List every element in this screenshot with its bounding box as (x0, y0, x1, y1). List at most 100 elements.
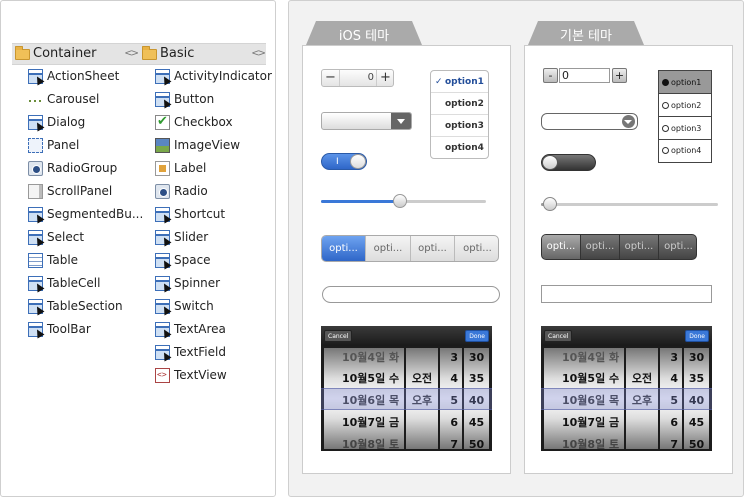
segment[interactable]: opti... (659, 235, 696, 259)
option-label: option4 (671, 146, 702, 155)
segment[interactable]: opti... (620, 235, 659, 259)
default-slider[interactable] (541, 197, 718, 211)
palette-item-label: Switch (174, 299, 214, 313)
default-text-field[interactable] (541, 285, 712, 303)
app-root: Container <> Basic <> ActionSheet Carous… (0, 0, 745, 499)
default-theme-preview: 기본 테마 - 0 + option1 option2 option3 opti… (524, 21, 733, 474)
palette-item-label: ScrollPanel (47, 184, 113, 198)
palette-item-label: SegmentedBu... (47, 207, 144, 221)
segment-selected[interactable]: opti... (322, 236, 366, 261)
radio-empty-icon (662, 147, 669, 154)
option-label: option1 (445, 77, 484, 87)
shortcut-icon (155, 207, 170, 222)
scrollpanel-icon (28, 184, 43, 199)
ios-list-select[interactable]: ✓ option1 option2 option3 option4 (430, 70, 489, 159)
collapse-icon[interactable]: <> (251, 48, 266, 59)
option-item[interactable]: option2 (659, 94, 711, 117)
palette-item-label: Shortcut (174, 207, 226, 221)
radio-filled-icon (662, 79, 669, 86)
default-dropdown[interactable] (541, 113, 638, 130)
space-icon (155, 253, 170, 268)
segment[interactable]: opti... (411, 236, 455, 261)
option-item-selected[interactable]: ✓ option1 (431, 71, 488, 93)
picker-cancel-button[interactable]: Cancel (324, 330, 353, 342)
collapse-icon[interactable]: <> (124, 48, 139, 59)
palette-item-label: ActionSheet (47, 69, 120, 83)
default-segmented-button[interactable]: opti... opti... opti... opti... (541, 234, 697, 260)
ios-segmented-button[interactable]: opti... opti... opti... opti... (321, 235, 499, 262)
picker-row: 3 (450, 351, 458, 364)
palette-item-label: Radio (174, 184, 208, 198)
segment-selected[interactable]: opti... (542, 235, 581, 259)
option-item[interactable]: option3 (431, 115, 488, 137)
picker-toolbar: Cancel Done (541, 326, 712, 346)
segment[interactable]: opti... (455, 236, 498, 261)
category-header-basic[interactable]: Basic <> (139, 43, 266, 65)
radio-empty-icon (662, 125, 669, 132)
plus-icon[interactable]: + (376, 70, 394, 86)
theme-preview-panel: iOS 테마 − 0 + ✓ option1 option2 option3 op… (288, 0, 744, 497)
palette-item-label: ActivityIndicator (174, 69, 272, 83)
picker-selection-band (321, 388, 492, 410)
default-list-select[interactable]: option1 option2 option3 option4 (658, 70, 712, 163)
picker-row: 10월4일 화 (562, 351, 620, 364)
switch-knob[interactable] (350, 154, 366, 169)
stepper-value[interactable]: 0 (559, 68, 610, 83)
slider-thumb[interactable] (543, 197, 557, 211)
ios-stepper[interactable]: − 0 + (321, 69, 394, 87)
ios-slider[interactable] (321, 194, 486, 208)
option-label: option2 (445, 99, 484, 109)
picker-row: 45 (688, 416, 705, 429)
tab-default-theme[interactable]: 기본 테마 (528, 21, 644, 45)
palette-item-label: TextField (174, 345, 226, 359)
table-icon (28, 253, 43, 268)
picker-toolbar: Cancel Done (321, 326, 492, 346)
ios-switch[interactable]: I (321, 153, 367, 170)
ios-theme-preview: iOS 테마 − 0 + ✓ option1 option2 option3 op… (302, 21, 511, 474)
ios-text-field[interactable] (322, 286, 500, 303)
checkbox-icon (155, 114, 170, 130)
select-icon (28, 230, 43, 245)
picker-row: 35 (688, 372, 705, 385)
carousel-dots-icon (28, 92, 43, 107)
palette-item-label: ToolBar (47, 322, 91, 336)
actionsheet-icon (28, 69, 43, 84)
category-header-container[interactable]: Container <> (12, 43, 139, 65)
option-item[interactable]: option3 (659, 117, 711, 140)
picker-row: 6 (450, 416, 458, 429)
label-icon (155, 161, 170, 176)
ios-date-picker[interactable]: Cancel Done 10월4일 화 10월5일 수 10월6일 목 10월7… (321, 326, 492, 451)
option-item[interactable]: option2 (431, 93, 488, 115)
picker-row: 50 (468, 438, 485, 449)
option-item[interactable]: option4 (659, 140, 711, 162)
picker-done-button[interactable]: Done (465, 330, 489, 342)
minus-icon[interactable]: − (322, 70, 340, 86)
default-stepper[interactable]: - 0 + (543, 68, 628, 84)
default-switch[interactable] (541, 154, 596, 171)
toolbar-icon (28, 322, 43, 337)
palette-item-label: Space (174, 253, 211, 267)
textarea-icon (155, 322, 170, 337)
palette-item-label: Checkbox (174, 115, 233, 129)
minus-icon[interactable]: - (543, 68, 558, 83)
segment[interactable]: opti... (581, 235, 620, 259)
ios-dropdown[interactable] (321, 112, 412, 130)
chevron-down-icon (624, 120, 632, 124)
palette-item-label: Panel (47, 138, 80, 152)
picker-row: 4 (670, 372, 678, 385)
default-date-picker[interactable]: Cancel Done 10월4일 화 10월5일 수 10월6일 목 10월7… (541, 326, 712, 451)
picker-row: 3 (670, 351, 678, 364)
tab-ios-theme[interactable]: iOS 테마 (306, 21, 422, 45)
slider-thumb[interactable] (393, 194, 407, 208)
palette-item-label: Spinner (174, 276, 221, 290)
switch-knob[interactable] (542, 155, 558, 170)
palette-item-label: TableCell (47, 276, 101, 290)
plus-icon[interactable]: + (612, 68, 627, 83)
picker-done-button[interactable]: Done (685, 330, 709, 342)
picker-row: 35 (468, 372, 485, 385)
picker-row: 10월7일 금 (562, 416, 620, 429)
option-item-selected[interactable]: option1 (659, 71, 711, 94)
segment[interactable]: opti... (366, 236, 411, 261)
option-item[interactable]: option4 (431, 137, 488, 158)
picker-cancel-button[interactable]: Cancel (544, 330, 573, 342)
